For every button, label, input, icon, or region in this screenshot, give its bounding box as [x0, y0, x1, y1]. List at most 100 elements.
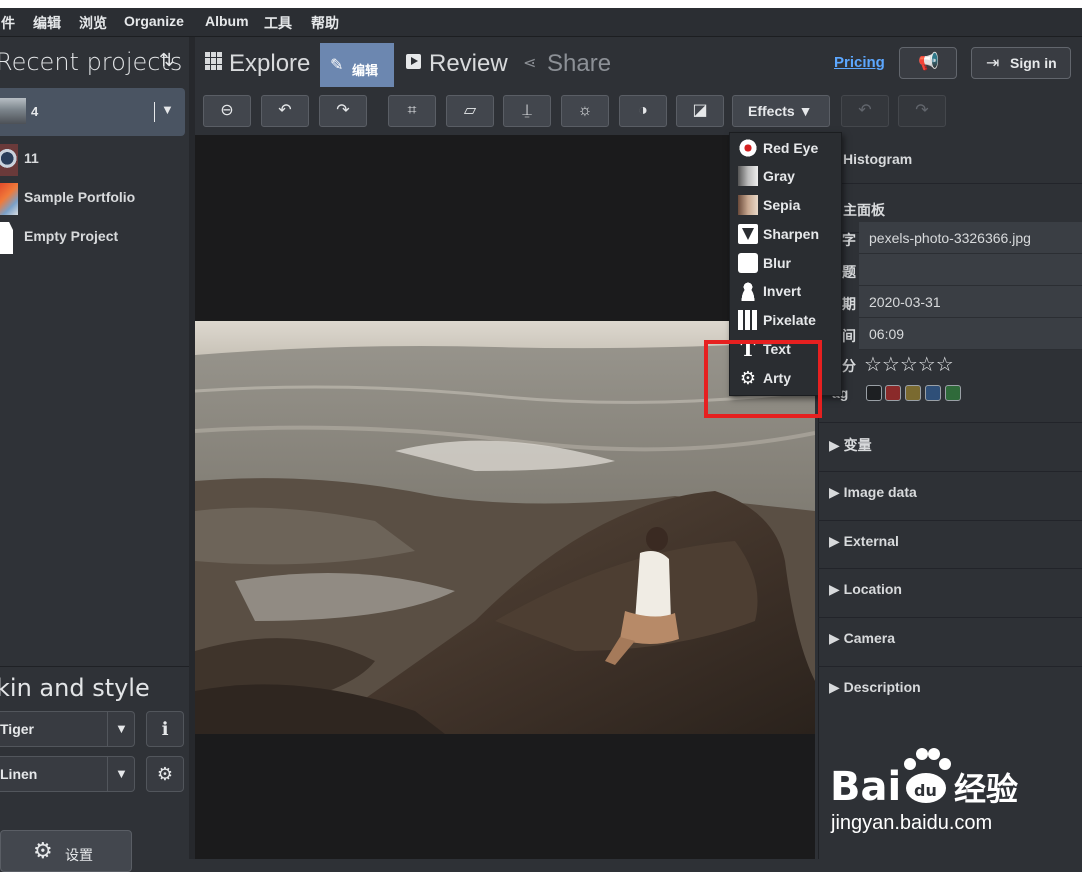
signin-button[interactable]: ⇥ Sign in: [971, 47, 1071, 79]
zoom-out-button[interactable]: ⊖: [203, 95, 251, 127]
time-field[interactable]: 06:09: [859, 318, 1082, 350]
project-thumbnail: [0, 183, 18, 215]
section-location[interactable]: ▶ Location: [818, 568, 1082, 617]
tab-edit[interactable]: ✎ 编辑: [320, 43, 394, 87]
settings-button[interactable]: ⚙ 设置: [0, 830, 132, 872]
main-panel-label: 主面板: [843, 202, 885, 218]
effect-label: Gray: [763, 168, 795, 184]
section-external[interactable]: ▶ External: [818, 520, 1082, 569]
project-item[interactable]: 11: [0, 142, 185, 178]
skin-select[interactable]: Tiger ▼: [0, 711, 135, 747]
section-label: ▶ Location: [829, 581, 902, 597]
contrast-button[interactable]: ◑: [619, 95, 667, 127]
brightness-icon: ☼: [577, 102, 593, 119]
title-field[interactable]: [859, 254, 1082, 286]
invert-icon: [738, 281, 758, 301]
project-label: 4: [31, 104, 39, 119]
project-selector[interactable]: 4 ▼: [0, 88, 185, 136]
megaphone-icon: 📢: [918, 52, 940, 71]
document-icon: [0, 222, 13, 254]
menu-album[interactable]: Album: [205, 13, 249, 29]
watermark-url: jingyan.baidu.com: [831, 812, 993, 834]
svg-text:经验: 经验: [954, 770, 1018, 806]
effect-label: Sepia: [763, 197, 801, 213]
sharpen-icon: [738, 224, 758, 244]
field-key: 题: [842, 264, 856, 280]
blur-icon: [738, 253, 758, 273]
selector-divider: [154, 102, 155, 122]
adjust-button[interactable]: ☼: [561, 95, 609, 127]
menu-tools[interactable]: 工具: [264, 13, 292, 33]
red-eye-icon: [738, 138, 758, 158]
perspective-button[interactable]: ▱: [446, 95, 494, 127]
style-select[interactable]: Linen ▼: [0, 756, 135, 792]
settings-label: 设置: [65, 847, 93, 863]
contrast-icon: ◑: [638, 102, 648, 119]
filename-field[interactable]: pexels-photo-3326366.jpg: [859, 222, 1082, 254]
section-variables[interactable]: ▶ 变量: [818, 422, 1082, 471]
field-value: pexels-photo-3326366.jpg: [869, 230, 1031, 246]
rating-key: 分: [842, 358, 856, 374]
share-icon: ⋖: [523, 55, 537, 72]
style-settings-button[interactable]: ⚙: [146, 756, 184, 792]
menu-organize[interactable]: Organize: [124, 13, 184, 29]
section-label: ▶ Camera: [829, 630, 896, 646]
tab-review[interactable]: Review: [429, 50, 508, 78]
top-band: [0, 0, 1082, 8]
signin-icon: ⇥: [986, 55, 1000, 72]
tab-share[interactable]: Share: [547, 50, 611, 78]
menubar: 件 编辑 浏览 Organize Album 工具 帮助: [0, 8, 1082, 37]
date-field[interactable]: 2020-03-31: [859, 286, 1082, 318]
color-tag-black[interactable]: [866, 385, 882, 401]
redo-button[interactable]: ↷: [898, 95, 946, 127]
caret-down-icon[interactable]: ▼: [161, 102, 174, 117]
color-tag-yellow[interactable]: [905, 385, 921, 401]
project-item[interactable]: Empty Project: [0, 220, 185, 256]
color-tag-red[interactable]: [885, 385, 901, 401]
project-item[interactable]: Sample Portfolio: [0, 181, 185, 217]
sort-icon[interactable]: ⇅: [159, 50, 174, 71]
effect-label: Red Eye: [763, 140, 819, 156]
menu-file[interactable]: 件: [1, 13, 15, 33]
field-key: 期: [842, 296, 856, 312]
select-divider: [107, 757, 108, 791]
rating-stars[interactable]: ☆☆☆☆☆: [864, 352, 954, 377]
section-label: ▶ 变量: [829, 437, 872, 453]
exposure-button[interactable]: ◪: [676, 95, 724, 127]
color-tag-green[interactable]: [945, 385, 961, 401]
crop-icon: ⌗: [407, 102, 417, 119]
pricing-link[interactable]: Pricing: [834, 54, 885, 71]
undo-button[interactable]: ↶: [841, 95, 889, 127]
field-row: 字 pexels-photo-3326366.jpg: [818, 222, 1082, 254]
tab-explore[interactable]: Explore: [229, 50, 310, 78]
pencil-icon: ✎: [330, 57, 344, 74]
menu-edit[interactable]: 编辑: [33, 13, 61, 33]
sepia-icon: [738, 195, 758, 215]
baidu-logo: Bai du 经验: [830, 742, 1030, 810]
field-value: 2020-03-31: [869, 294, 941, 310]
skin-value: Tiger: [0, 721, 34, 737]
info-button[interactable]: ℹ: [146, 711, 184, 747]
menu-browse[interactable]: 浏览: [79, 13, 107, 33]
project-label: 11: [24, 150, 39, 166]
effects-button[interactable]: Effects ▼: [732, 95, 830, 127]
section-label: ▶ Description: [829, 679, 921, 695]
section-image-data[interactable]: ▶ Image data: [818, 471, 1082, 520]
rotate-left-button[interactable]: ↶: [261, 95, 309, 127]
skin-style-title: kin and style: [0, 674, 150, 702]
section-camera[interactable]: ▶ Camera: [818, 617, 1082, 666]
section-description[interactable]: ▶ Description: [818, 666, 1082, 715]
menu-help[interactable]: 帮助: [311, 13, 339, 33]
section-label: ▶ External: [829, 533, 899, 549]
announcement-button[interactable]: 📢: [899, 47, 957, 79]
crop-button[interactable]: ⌗: [388, 95, 436, 127]
svg-text:Bai: Bai: [830, 764, 901, 806]
straighten-button[interactable]: ⍊: [503, 95, 551, 127]
straighten-icon: ⍊: [522, 102, 532, 119]
effect-label: Invert: [763, 283, 802, 299]
rotate-right-button[interactable]: ↷: [319, 95, 367, 127]
color-tag-blue[interactable]: [925, 385, 941, 401]
minus-circle-icon: ⊖: [220, 102, 234, 119]
project-thumbnail: [0, 98, 26, 124]
histogram-header[interactable]: Histogram: [818, 135, 1082, 184]
